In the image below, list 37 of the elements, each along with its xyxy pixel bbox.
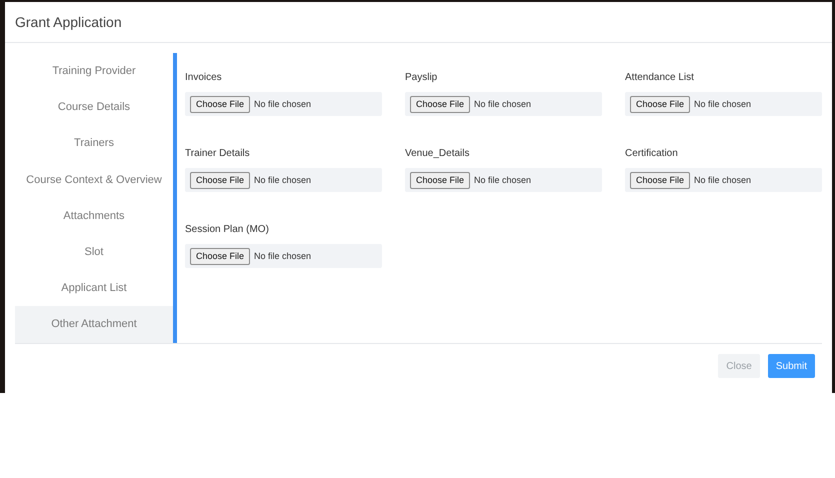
file-input[interactable]: Choose File No file chosen	[625, 92, 822, 116]
choose-file-button[interactable]: Choose File	[630, 96, 690, 112]
file-status: No file chosen	[254, 99, 312, 109]
field-label: Invoices	[185, 72, 223, 83]
field-label: Payslip	[405, 72, 438, 83]
field-label: Venue_Details	[405, 148, 470, 159]
field-label: Attendance List	[625, 72, 695, 83]
file-input[interactable]: Choose File No file chosen	[405, 92, 602, 116]
file-input[interactable]: Choose File No file chosen	[185, 92, 382, 116]
sidebar-item[interactable]: Course Details	[15, 89, 173, 126]
field-label: Trainer Details	[185, 148, 251, 159]
choose-file-button[interactable]: Choose File	[190, 248, 250, 264]
file-input[interactable]: Choose File No file chosen	[625, 168, 822, 192]
file-status: No file chosen	[694, 175, 752, 185]
field-label: Session Plan (MO)	[185, 224, 270, 235]
file-status: No file chosen	[694, 99, 752, 109]
dialog-title: Grant Application	[15, 14, 122, 30]
choose-file-button[interactable]: Choose File	[410, 172, 470, 188]
file-input[interactable]: Choose File No file chosen	[405, 168, 602, 192]
field-label: Certification	[625, 148, 679, 159]
sidebar-item[interactable]: Trainers	[15, 125, 173, 162]
choose-file-button[interactable]: Choose File	[190, 172, 250, 188]
sidebar-item[interactable]: Other Attachment	[15, 306, 173, 342]
choose-file-button[interactable]: Choose File	[190, 96, 250, 112]
file-status: No file chosen	[254, 251, 312, 261]
file-status: No file chosen	[254, 175, 312, 185]
file-input[interactable]: Choose File No file chosen	[185, 244, 382, 268]
file-input[interactable]: Choose File No file chosen	[185, 168, 382, 192]
sidebar-item[interactable]: Training Provider	[15, 53, 173, 90]
file-status: No file chosen	[474, 175, 532, 185]
sidebar-item[interactable]: Applicant List	[15, 270, 173, 306]
choose-file-button[interactable]: Choose File	[410, 96, 470, 112]
sidebar-item[interactable]: Attachments	[15, 198, 173, 234]
sidebar-item[interactable]: Slot	[15, 234, 173, 270]
choose-file-button[interactable]: Choose File	[630, 172, 690, 188]
file-status: No file chosen	[474, 99, 532, 109]
sidebar-item[interactable]: Course Context & Overview	[15, 162, 173, 198]
